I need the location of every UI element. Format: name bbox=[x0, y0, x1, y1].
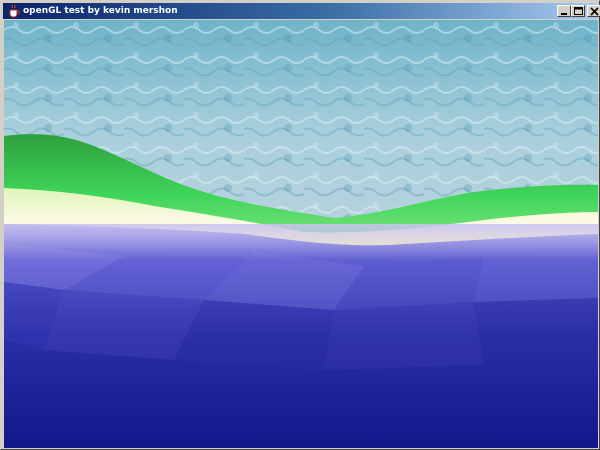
maximize-button[interactable] bbox=[571, 5, 585, 17]
close-button[interactable] bbox=[587, 5, 600, 17]
opengl-viewport[interactable] bbox=[4, 20, 598, 448]
maximize-icon bbox=[574, 7, 583, 15]
title-bar[interactable]: openGL test by kevin mershon bbox=[3, 3, 600, 19]
window-title: openGL test by kevin mershon bbox=[23, 6, 178, 16]
horizon-haze bbox=[4, 224, 598, 260]
minimize-icon bbox=[561, 13, 567, 15]
application-window: openGL test by kevin mershon bbox=[0, 0, 600, 450]
java-cup-icon[interactable] bbox=[7, 4, 21, 18]
minimize-button[interactable] bbox=[557, 5, 571, 17]
terrain-facets bbox=[4, 244, 598, 370]
close-icon bbox=[590, 7, 599, 16]
underwater-scene bbox=[4, 20, 598, 448]
